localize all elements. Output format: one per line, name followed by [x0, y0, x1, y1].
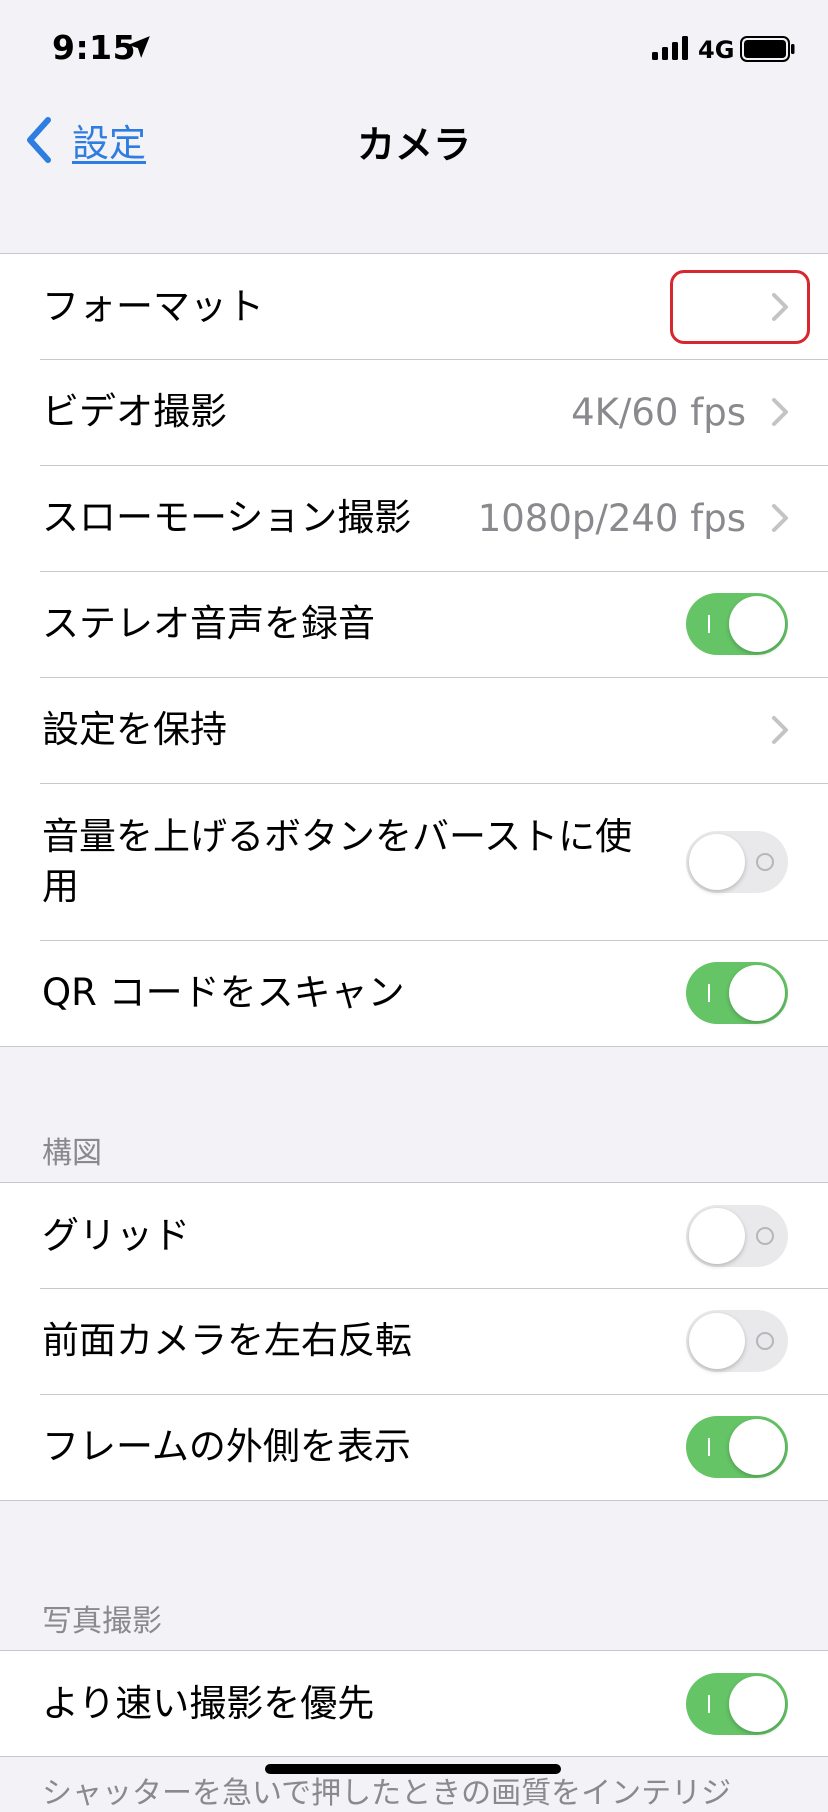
mirror-front-camera-row: 前面カメラを左右反転 [0, 1288, 828, 1394]
view-outside-frame-label: フレームの外側を表示 [42, 1425, 411, 1468]
scan-qr-label: QR コードをスキャン [42, 971, 405, 1014]
network-type-label: 4G [698, 36, 735, 64]
stereo-audio-toggle[interactable] [686, 593, 788, 655]
mirror-front-camera-label: 前面カメラを左右反転 [42, 1319, 412, 1362]
chevron-right-icon [772, 504, 788, 532]
volume-burst-toggle[interactable] [686, 830, 788, 893]
prioritize-faster-shooting-label: より速い撮影を優先 [42, 1681, 375, 1725]
slo-mo-recording-row[interactable]: スローモーション撮影 1080p/240 fps [0, 465, 828, 571]
grid-row: グリッド [0, 1183, 828, 1288]
page-title: カメラ [356, 123, 471, 167]
cellular-signal-icon [652, 36, 688, 60]
slo-mo-recording-value: 1080p/240 fps [477, 496, 746, 540]
preserve-settings-label: 設定を保持 [42, 708, 227, 751]
scan-qr-toggle[interactable] [686, 962, 788, 1024]
status-time: 9:15 [52, 28, 137, 67]
photo-capture-footer-text: シャッターを急いで押したときの画質をインテリジ [42, 1776, 732, 1811]
video-recording-row[interactable]: ビデオ撮影 4K/60 fps [0, 359, 828, 465]
video-recording-label: ビデオ撮影 [42, 390, 227, 433]
section-header-photo-capture: 写真撮影 [42, 1604, 162, 1639]
preserve-settings-row[interactable]: 設定を保持 [0, 677, 828, 783]
battery-icon [740, 36, 795, 62]
toggle-knob [729, 1675, 785, 1732]
mirror-front-camera-toggle[interactable] [686, 1310, 788, 1372]
toggle-off-mark [756, 852, 774, 871]
home-indicator[interactable] [265, 1764, 561, 1774]
chevron-right-icon [772, 716, 788, 744]
format-label: フォーマット [42, 284, 264, 328]
toggle-on-mark [708, 1694, 710, 1713]
prioritize-faster-shooting-row: より速い撮影を優先 [0, 1651, 828, 1756]
toggle-knob [729, 965, 785, 1021]
volume-burst-label: 音量を上げるボタンをバーストに使用 [42, 814, 633, 908]
stereo-audio-row: ステレオ音声を録音 [0, 571, 828, 677]
composition-group: グリッド 前面カメラを左右反転 フレームの外側を表示 [0, 1182, 828, 1501]
stereo-audio-label: ステレオ音声を録音 [42, 602, 375, 645]
navigation-bar: 設定 カメラ [0, 100, 828, 180]
toggle-knob [729, 596, 785, 652]
toggle-knob [729, 1419, 785, 1475]
volume-burst-row: 音量を上げるボタンをバーストに使用 [0, 783, 828, 940]
camera-settings-group: フォーマット ビデオ撮影 4K/60 fps スローモーション撮影 1080p/… [0, 253, 828, 1047]
scan-qr-row: QR コードをスキャン [0, 940, 828, 1046]
prioritize-faster-shooting-toggle[interactable] [686, 1672, 788, 1735]
status-bar: 9:15 4G [0, 0, 828, 100]
view-outside-frame-toggle[interactable] [686, 1416, 788, 1478]
chevron-right-icon [772, 398, 788, 426]
video-recording-value: 4K/60 fps [571, 390, 746, 434]
toggle-on-mark [708, 984, 710, 1002]
highlight-annotation [670, 270, 810, 344]
toggle-knob [689, 833, 745, 890]
location-arrow-icon [128, 36, 150, 58]
slo-mo-recording-label: スローモーション撮影 [42, 496, 412, 539]
toggle-knob [689, 1313, 745, 1369]
toggle-on-mark [708, 1438, 710, 1456]
toggle-off-mark [756, 1226, 774, 1245]
view-outside-frame-row: フレームの外側を表示 [0, 1394, 828, 1500]
toggle-off-mark [756, 1332, 774, 1350]
section-header-composition: 構図 [42, 1136, 102, 1171]
grid-label: グリッド [42, 1213, 190, 1257]
grid-toggle[interactable] [686, 1204, 788, 1267]
toggle-on-mark [708, 615, 710, 633]
photo-capture-group: より速い撮影を優先 [0, 1650, 828, 1757]
toggle-knob [689, 1207, 745, 1264]
